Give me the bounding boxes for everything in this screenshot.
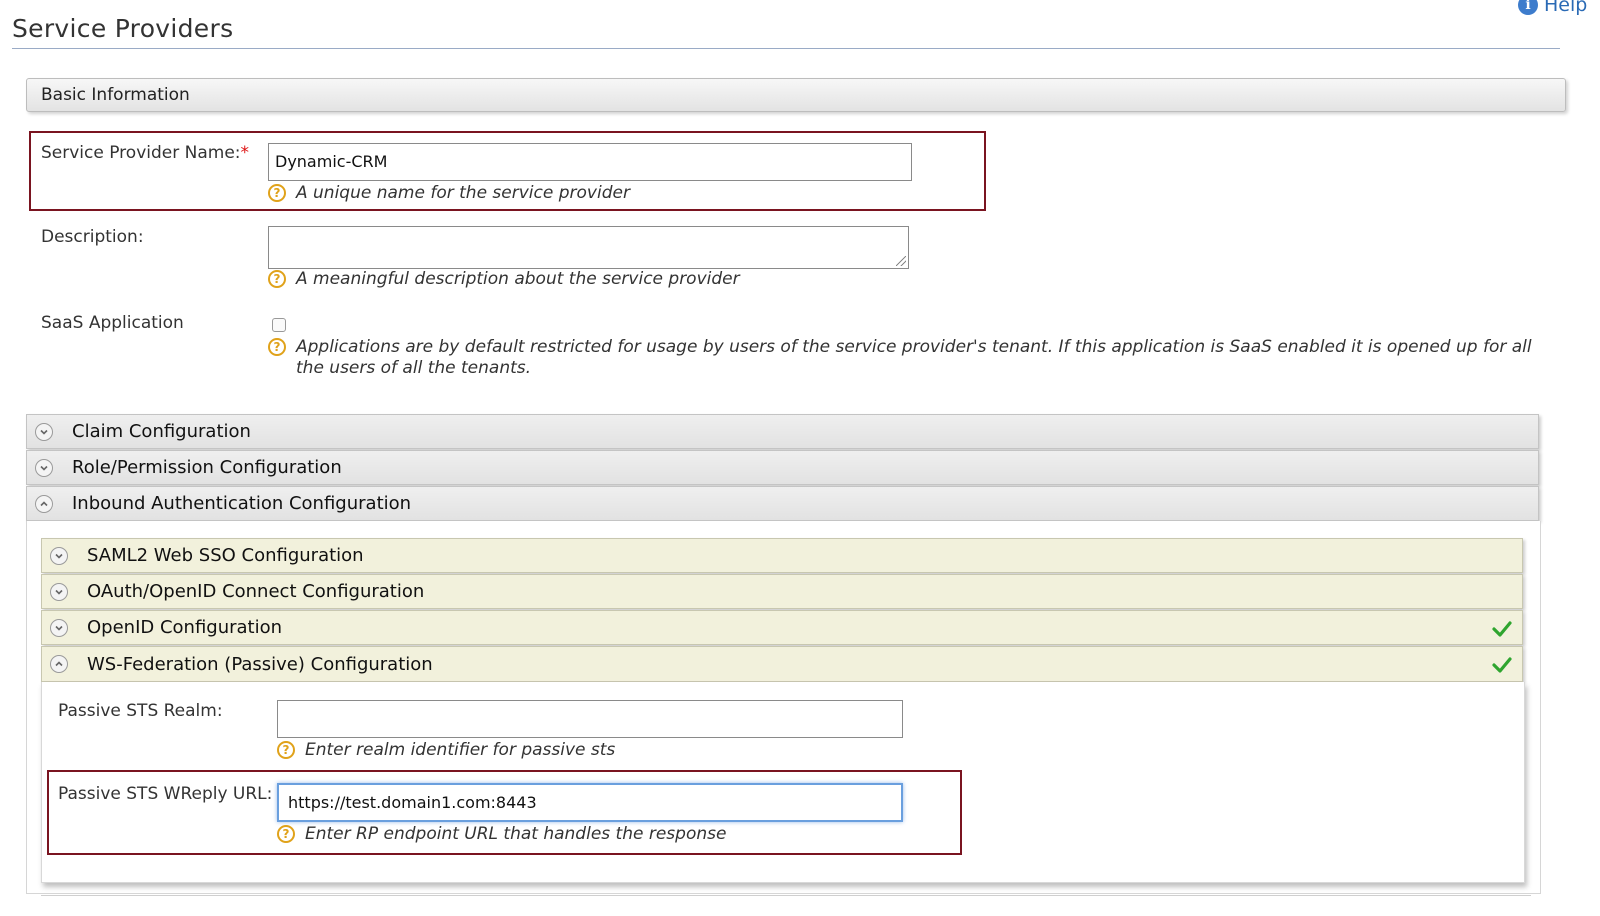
checkmark-icon (1492, 621, 1512, 637)
sp-name-input[interactable]: Dynamic-CRM (268, 143, 912, 181)
chevron-up-icon[interactable] (35, 494, 53, 513)
description-label: Description: (41, 227, 144, 247)
chevron-down-icon[interactable] (35, 458, 53, 477)
ws-federation-config-header[interactable]: WS-Federation (Passive) Configuration (41, 646, 1523, 682)
openid-config-label: OpenID Configuration (87, 617, 283, 638)
claim-configuration-label: Claim Configuration (72, 421, 251, 442)
sp-name-hint: ? A unique name for the service provider (268, 183, 630, 203)
question-icon: ? (268, 270, 286, 288)
help-link[interactable]: i Help (1518, 0, 1587, 16)
passive-sts-realm-hint: ? Enter realm identifier for passive sts (277, 740, 615, 760)
inbound-auth-label: Inbound Authentication Configuration (72, 493, 412, 514)
saml2-config-header[interactable]: SAML2 Web SSO Configuration (41, 538, 1523, 573)
sp-name-label: Service Provider Name:* (41, 143, 250, 163)
chevron-down-icon[interactable] (50, 618, 68, 637)
help-label: Help (1544, 0, 1588, 16)
passive-sts-wreply-input[interactable]: https://test.domain1.com:8443 (277, 783, 903, 822)
passive-sts-wreply-hint: ? Enter RP endpoint URL that handles the… (277, 824, 726, 844)
oauth-config-label: OAuth/OpenID Connect Configuration (87, 581, 425, 602)
basic-information-header: Basic Information (26, 78, 1566, 112)
saml2-config-label: SAML2 Web SSO Configuration (87, 545, 364, 566)
title-divider (12, 48, 1560, 49)
saas-label: SaaS Application (41, 313, 184, 333)
role-permission-header[interactable]: Role/Permission Configuration (26, 450, 1539, 485)
next-section-edge (41, 895, 1531, 896)
required-marker: * (240, 143, 250, 163)
saas-checkbox[interactable] (272, 318, 286, 332)
question-icon: ? (268, 338, 286, 356)
question-icon: ? (277, 825, 295, 843)
inbound-auth-header[interactable]: Inbound Authentication Configuration (26, 486, 1539, 521)
checkmark-icon (1492, 657, 1512, 673)
chevron-down-icon[interactable] (35, 422, 53, 441)
chevron-down-icon[interactable] (50, 546, 68, 565)
question-icon: ? (268, 184, 286, 202)
claim-configuration-header[interactable]: Claim Configuration (26, 414, 1539, 449)
description-textarea[interactable] (268, 226, 909, 269)
passive-sts-realm-input[interactable] (277, 700, 903, 738)
role-permission-label: Role/Permission Configuration (72, 457, 342, 478)
resize-grip-icon[interactable] (896, 256, 906, 266)
oauth-config-header[interactable]: OAuth/OpenID Connect Configuration (41, 574, 1523, 609)
page-title: Service Providers (12, 14, 234, 43)
info-icon: i (1518, 0, 1538, 15)
passive-sts-wreply-label: Passive STS WReply URL: (58, 784, 273, 804)
passive-sts-realm-label: Passive STS Realm: (58, 701, 223, 721)
openid-config-header[interactable]: OpenID Configuration (41, 610, 1523, 645)
saas-hint: ? Applications are by default restricted… (268, 337, 1536, 379)
chevron-down-icon[interactable] (50, 582, 68, 601)
description-hint: ? A meaningful description about the ser… (268, 269, 740, 289)
ws-federation-config-label: WS-Federation (Passive) Configuration (87, 653, 433, 675)
question-icon: ? (277, 741, 295, 759)
chevron-up-icon[interactable] (50, 655, 68, 673)
